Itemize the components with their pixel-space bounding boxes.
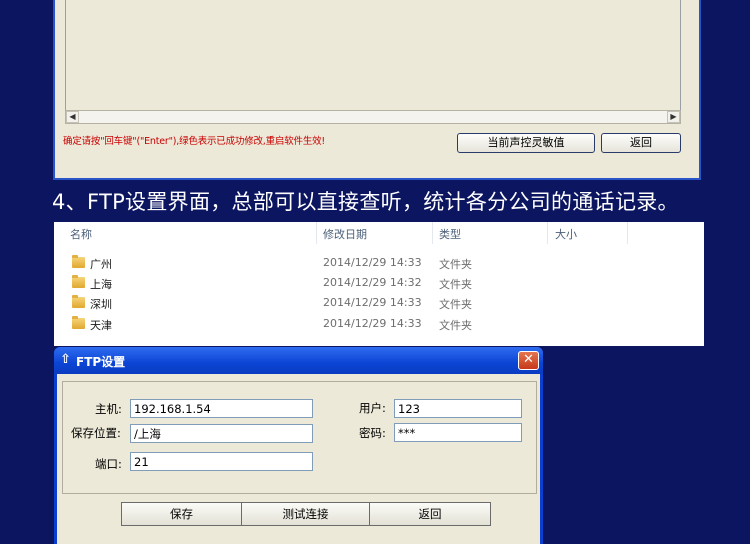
column-type[interactable]: 类型 xyxy=(439,226,461,242)
port-input[interactable] xyxy=(130,452,313,471)
item-type: 文件夹 xyxy=(439,298,472,311)
user-input[interactable] xyxy=(394,399,522,418)
save-location-input[interactable] xyxy=(130,424,313,443)
password-label: 密码: xyxy=(359,426,386,440)
column-divider xyxy=(316,222,317,244)
host-label: 主机: xyxy=(95,402,122,416)
list-item[interactable]: 上海 2014/12/29 14:32 文件夹 xyxy=(54,274,704,294)
dialog-titlebar[interactable]: ⇧ FTP设置 ✕ xyxy=(54,347,543,374)
file-explorer: 名称 修改日期 类型 大小 广州 2014/12/29 14:33 文件夹 上海… xyxy=(54,222,704,346)
host-input[interactable] xyxy=(130,399,313,418)
settings-window: ◀ ▶ 确定请按"回车键"("Enter"),绿色表示已成功修改,重启软件生效!… xyxy=(53,0,701,180)
modified-date: 2014/12/29 14:33 xyxy=(323,317,422,330)
dialog-title: FTP设置 xyxy=(76,355,126,369)
item-type: 文件夹 xyxy=(439,278,472,291)
folder-icon xyxy=(72,275,85,288)
column-name[interactable]: 名称 xyxy=(70,226,92,242)
modified-date: 2014/12/29 14:33 xyxy=(323,296,422,309)
port-label: 端口: xyxy=(95,457,122,471)
scroll-left-icon[interactable]: ◀ xyxy=(66,111,79,123)
column-size[interactable]: 大小 xyxy=(555,226,577,242)
settings-list[interactable] xyxy=(65,0,681,112)
column-divider xyxy=(627,222,628,244)
item-type: 文件夹 xyxy=(439,319,472,332)
back-button[interactable]: 返回 xyxy=(369,502,491,526)
password-input[interactable] xyxy=(394,423,522,442)
folder-name: 深圳 xyxy=(90,298,112,311)
list-item[interactable]: 天津 2014/12/29 14:33 文件夹 xyxy=(54,315,704,335)
folder-name: 天津 xyxy=(90,319,112,332)
folder-name: 广州 xyxy=(90,258,112,271)
ftp-settings-dialog: ⇧ FTP设置 ✕ 主机: 保存位置: 端口: 用户: 密码: 保存 测试连接 … xyxy=(54,347,543,544)
close-icon[interactable]: ✕ xyxy=(518,351,539,370)
column-divider xyxy=(432,222,433,244)
section-heading: 4、FTP设置界面，总部可以直接查听，统计各分公司的通话记录。 xyxy=(52,190,679,214)
user-label: 用户: xyxy=(359,401,386,415)
folder-icon xyxy=(72,295,85,308)
column-modified[interactable]: 修改日期 xyxy=(323,226,367,242)
folder-icon xyxy=(72,255,85,268)
dialog-body: 主机: 保存位置: 端口: 用户: 密码: 保存 测试连接 返回 xyxy=(57,374,540,544)
column-divider xyxy=(547,222,548,244)
sensitivity-button[interactable]: 当前声控灵敏值 xyxy=(457,133,595,153)
upload-icon: ⇧ xyxy=(60,352,71,367)
modified-date: 2014/12/29 14:32 xyxy=(323,276,422,289)
item-type: 文件夹 xyxy=(439,258,472,271)
folder-icon xyxy=(72,316,85,329)
modified-date: 2014/12/29 14:33 xyxy=(323,256,422,269)
test-connection-button[interactable]: 测试连接 xyxy=(241,502,370,526)
folder-name: 上海 xyxy=(90,278,112,291)
save-location-label: 保存位置: xyxy=(71,426,121,440)
list-item[interactable]: 广州 2014/12/29 14:33 文件夹 xyxy=(54,254,704,274)
notice-text: 确定请按"回车键"("Enter"),绿色表示已成功修改,重启软件生效! xyxy=(63,136,326,147)
scroll-right-icon[interactable]: ▶ xyxy=(667,111,680,123)
horizontal-scrollbar[interactable]: ◀ ▶ xyxy=(65,110,681,124)
save-button[interactable]: 保存 xyxy=(121,502,242,526)
back-button[interactable]: 返回 xyxy=(601,133,681,153)
list-item[interactable]: 深圳 2014/12/29 14:33 文件夹 xyxy=(54,294,704,314)
